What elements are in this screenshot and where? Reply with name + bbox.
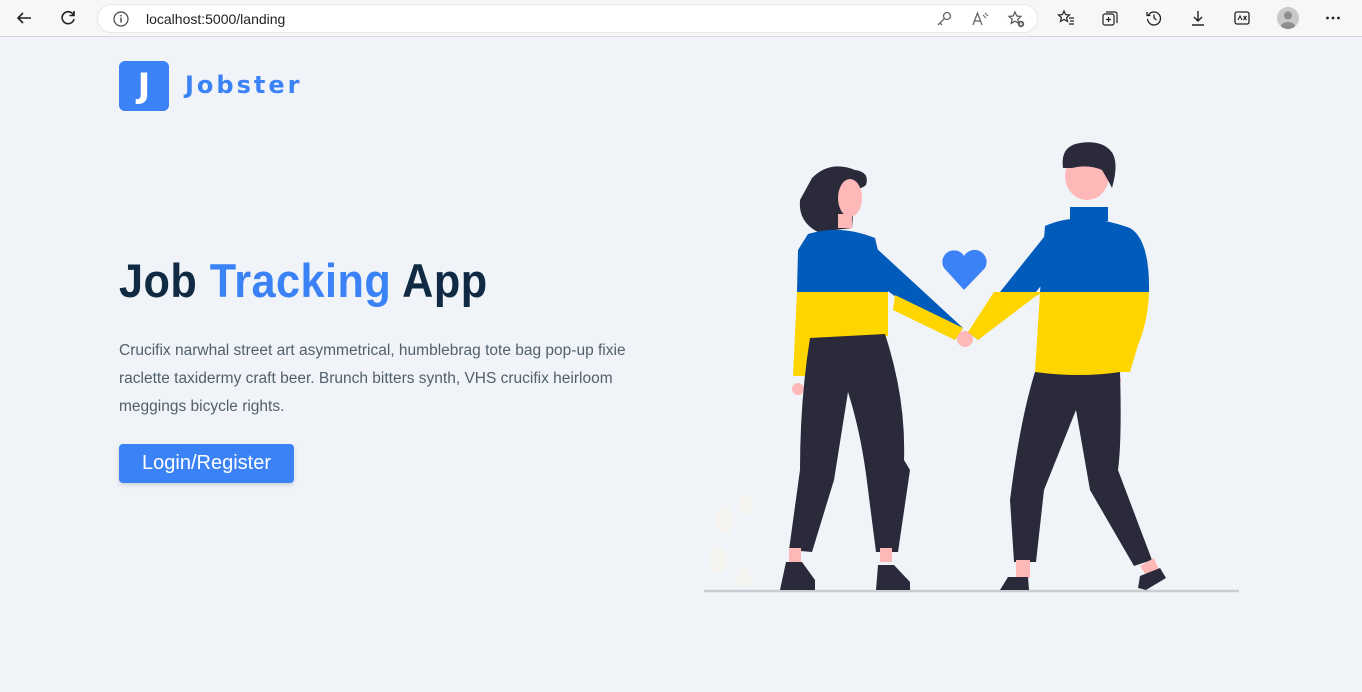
math-solver-icon[interactable] <box>1227 4 1257 32</box>
couple-holding-hands-illustration <box>704 142 1239 593</box>
login-register-button[interactable]: Login/Register <box>119 444 294 483</box>
favorites-icon[interactable] <box>1051 4 1081 32</box>
page-title: Job Tracking App <box>119 253 488 308</box>
man-figure <box>968 142 1166 590</box>
info-icon[interactable] <box>112 10 130 28</box>
more-options-icon[interactable] <box>1318 4 1348 32</box>
logo-mark: J <box>119 61 169 111</box>
refresh-icon[interactable] <box>53 4 83 32</box>
hero-description: Crucifix narwhal street art asymmetrical… <box>119 342 626 415</box>
woman-figure <box>780 166 963 590</box>
browser-toolbar: localhost:5000/landing <box>0 0 1362 37</box>
profile-avatar[interactable] <box>1277 7 1299 29</box>
collections-icon[interactable] <box>1095 4 1125 32</box>
title-end: App <box>391 254 488 307</box>
download-icon[interactable] <box>1183 4 1213 32</box>
address-bar[interactable]: localhost:5000/landing <box>97 4 1038 33</box>
read-aloud-icon[interactable] <box>971 10 989 28</box>
history-icon[interactable] <box>1139 4 1169 32</box>
leaf-decoration <box>716 506 734 534</box>
title-accent: Tracking <box>209 254 392 307</box>
heart-icon <box>942 249 987 290</box>
back-arrow-icon[interactable] <box>9 4 39 32</box>
url-text[interactable]: localhost:5000/landing <box>146 11 285 27</box>
key-icon[interactable] <box>935 10 953 28</box>
title-start: Job <box>119 254 210 307</box>
logo-letter: J <box>137 66 151 106</box>
logo-name: Jobster <box>185 71 303 99</box>
add-favorite-icon[interactable] <box>1007 10 1025 28</box>
